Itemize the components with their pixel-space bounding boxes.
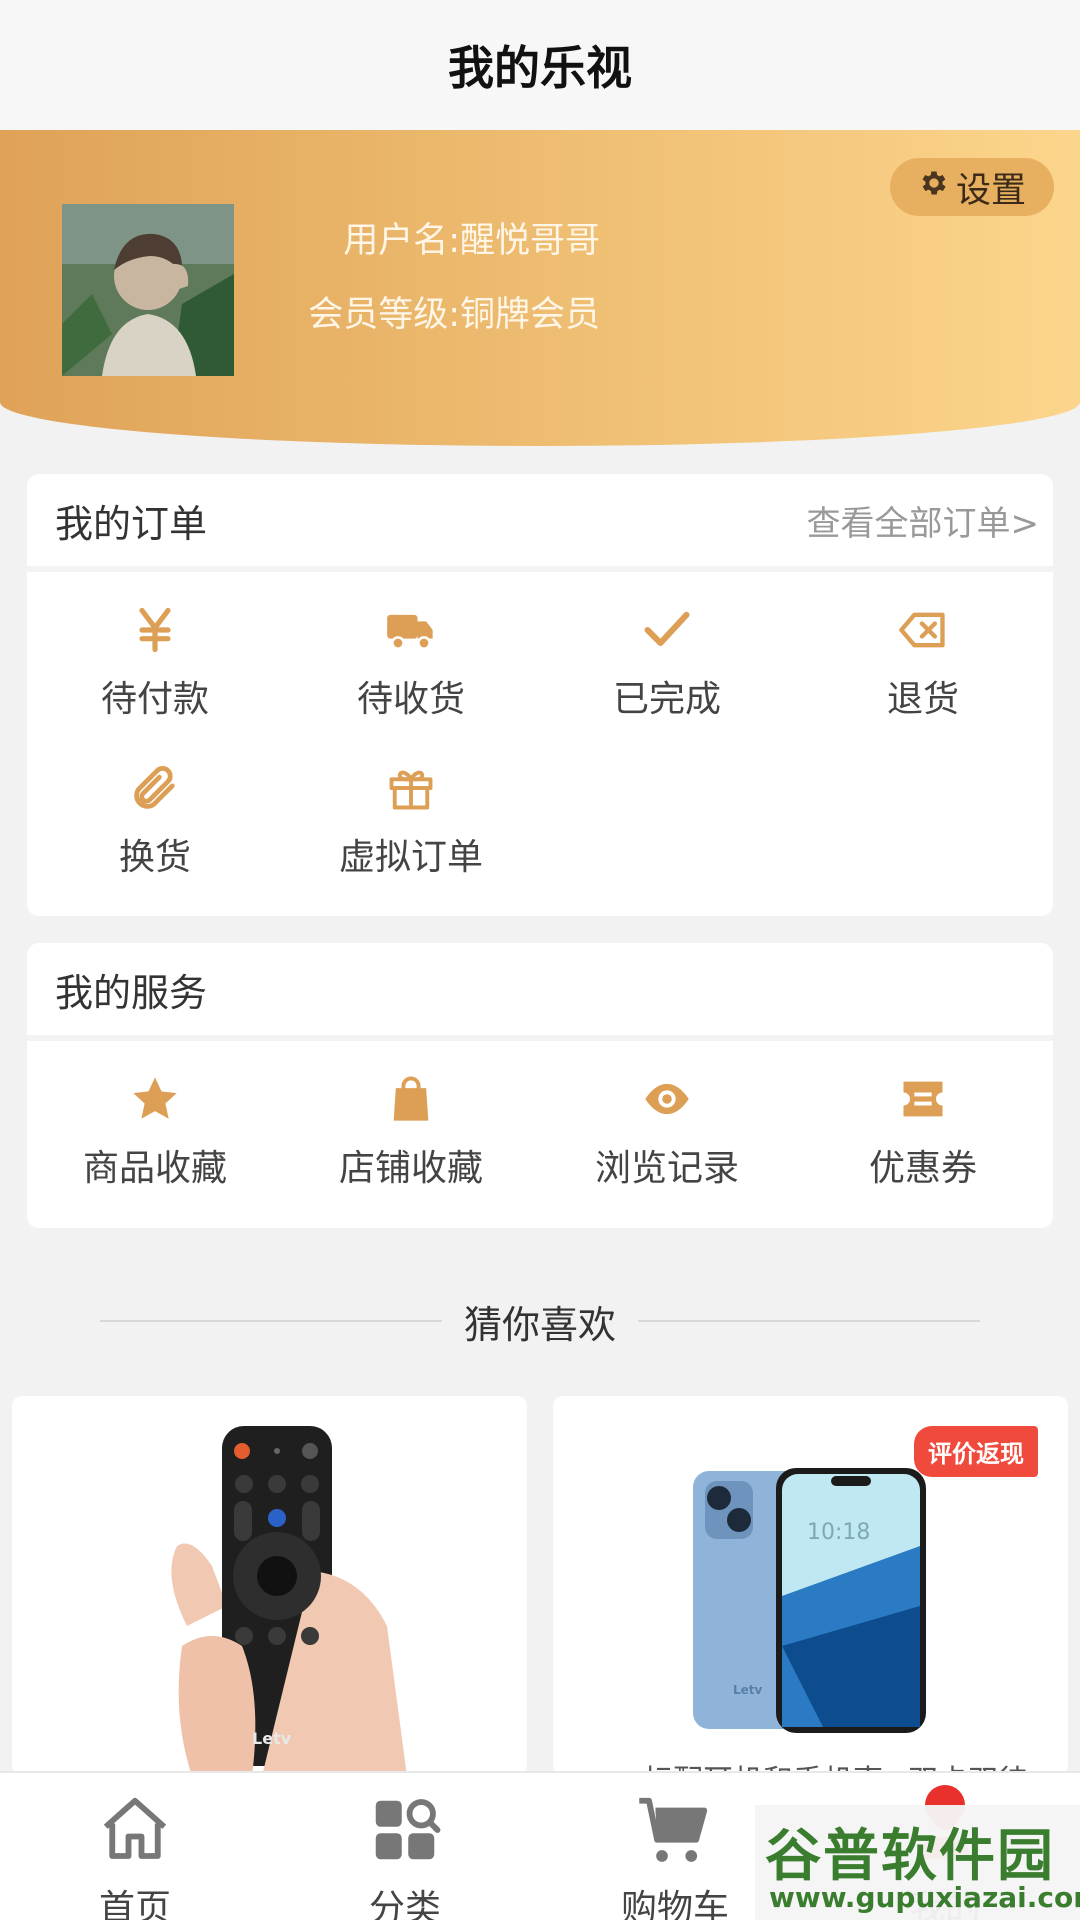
services-title: 我的服务 [55,970,208,1015]
service-item-label: 优惠券 [868,1148,977,1189]
service-item-label: 浏览记录 [594,1148,739,1189]
eye-icon [639,1071,695,1127]
tab-home[interactable]: 首页 [0,1773,270,1920]
username: 醒悦哥哥 [460,221,601,261]
watermark: 谷普软件园 www.gupuxiazai.com [755,1805,1080,1920]
yen-icon [127,602,183,658]
gift-icon [383,760,439,816]
order-item-label: 待付款 [100,679,209,720]
profile-header: 用户名: 醒悦哥哥 会员等级: 铜牌会员 设置 [0,130,1080,446]
user-info: 用户名: 醒悦哥哥 会员等级: 铜牌会员 [278,204,600,352]
divider [100,1320,442,1322]
order-item-label: 换货 [118,837,191,878]
order-pending-receipt[interactable]: 待收货 [283,594,539,752]
order-item-label: 待收货 [356,679,465,720]
orders-title: 我的订单 [55,501,208,546]
category-icon [366,1791,444,1873]
service-favorite-products[interactable]: 商品收藏 [27,1063,283,1221]
order-item-label: 退货 [886,679,959,720]
divider [638,1320,981,1322]
order-virtual[interactable]: 虚拟订单 [283,752,539,910]
order-item-label: 虚拟订单 [338,837,483,878]
avatar[interactable] [62,204,234,376]
service-browse-history[interactable]: 浏览记录 [539,1063,795,1221]
remote-brand-text: Letv [252,1729,292,1748]
tab-category[interactable]: 分类 [270,1773,540,1920]
order-item-label: 已完成 [612,679,721,720]
order-exchange[interactable]: 换货 [27,752,283,910]
gear-icon [918,167,950,208]
tab-label: 购物车 [620,1888,729,1920]
check-icon [639,602,695,658]
tab-label: 分类 [368,1888,441,1920]
service-item-label: 店铺收藏 [338,1148,483,1189]
order-completed[interactable]: 已完成 [539,594,795,752]
username-label: 用户名: [343,221,460,261]
star-icon [127,1071,183,1127]
settings-button[interactable]: 设置 [890,158,1054,216]
phone-brand-text: Letv [733,1683,763,1697]
truck-icon [383,602,439,658]
order-return[interactable]: 退货 [795,594,1051,752]
services-card: 我的服务 商品收藏 店铺收藏 浏览记录 优惠券 [27,943,1053,1228]
service-favorite-shops[interactable]: 店铺收藏 [283,1063,539,1221]
top-bar: 我的乐视 [0,0,1080,130]
member-level: 铜牌会员 [460,295,601,335]
product-card[interactable]: 10:18 Letv 评价返现 标配耳机和手机壳+双卡双待 [553,1396,1068,1776]
cart-icon [636,1791,714,1873]
page-title: 我的乐视 [448,41,632,95]
watermark-url: www.gupuxiazai.com [769,1881,1080,1914]
home-icon [96,1791,174,1873]
settings-label: 设置 [955,170,1026,211]
product-card[interactable]: Letv [12,1396,527,1776]
watermark-title: 谷普软件园 [765,1824,1055,1889]
paperclip-icon [127,760,183,816]
remote-control-image [171,1426,407,1776]
recommend-heading: 猜你喜欢 [100,1295,981,1347]
tab-label: 首页 [98,1888,171,1920]
service-item-label: 商品收藏 [82,1148,227,1189]
order-pending-payment[interactable]: 待付款 [27,594,283,752]
ticket-icon [895,1071,951,1127]
phone-screen-time: 10:18 [807,1520,871,1545]
level-label: 会员等级: [308,295,460,335]
cashback-badge: 评价返现 [914,1426,1038,1477]
orders-card: 我的订单 查看全部订单> 待付款 待收货 已完成 退货 换货 虚拟订单 [27,474,1053,916]
service-coupons[interactable]: 优惠券 [795,1063,1051,1221]
backspace-x-icon [895,602,951,658]
bag-icon [383,1071,439,1127]
recommend-title: 猜你喜欢 [464,1302,617,1347]
view-all-orders-link[interactable]: 查看全部订单> [807,496,1040,545]
